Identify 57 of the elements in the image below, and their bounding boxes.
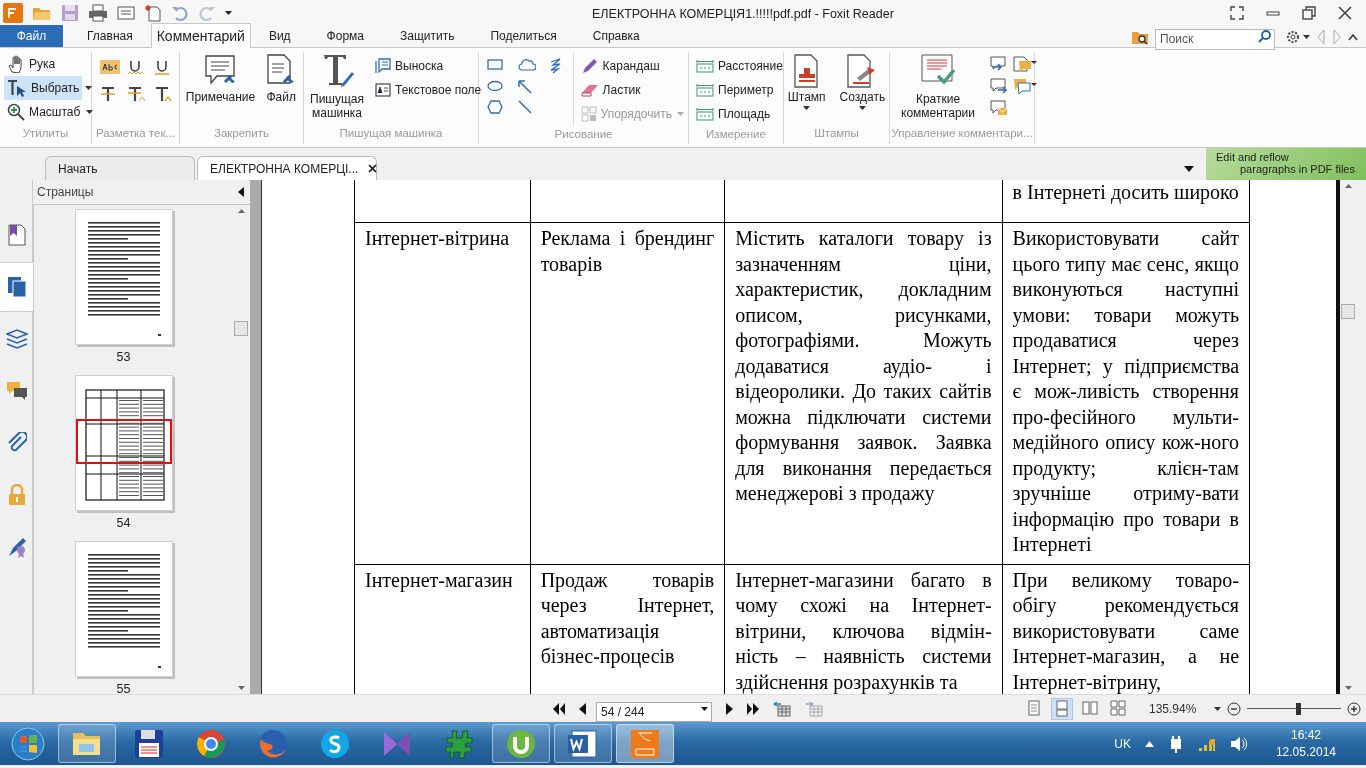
attach-file-button[interactable]: Файл — [263, 54, 300, 104]
ribbon-tab[interactable]: Файл — [0, 25, 63, 47]
group-label: Рисование — [553, 127, 614, 142]
summarize-comments-button[interactable]: Краткие комментарии — [894, 54, 982, 120]
language-indicator[interactable]: UK — [1114, 734, 1131, 753]
page-number: 55 — [116, 680, 131, 694]
table-cell: Реклама і брендинг товарів — [540, 226, 715, 277]
table-cell: Містить каталоги товару із зазначенням ціни, характеристик, докладним описом, рисунками, фотографіями. Можуть додаватися аудіо- і відеоролики. До таких сайтів можна підключати системи формування заявок. Заявка для виконання передається менеджерові з продажу — [735, 226, 992, 507]
group-label: Измерение — [705, 127, 767, 142]
eraser-tool-button[interactable]: Ластик — [577, 78, 644, 102]
pencil-tool-button[interactable]: Карандаш — [577, 54, 663, 78]
clock-date: 12.05.2014 — [1275, 743, 1336, 761]
area-tool-button[interactable]: Площадь — [693, 102, 786, 126]
table-cell: Продаж товарів через Інтернет, автоматизація бізнес-процесів — [540, 567, 715, 670]
document-tab[interactable]: ЕЛЕКТРОННА КОМЕРЦІ... — [197, 156, 377, 180]
ribbon-tab[interactable]: Форма — [308, 25, 382, 47]
promo-text: Edit and reflow — [1216, 151, 1290, 163]
create-stamp-button[interactable]: Создать — [837, 54, 888, 110]
stamp-button[interactable]: Штамп — [785, 54, 828, 110]
ribbon-tab[interactable]: Вид — [250, 25, 309, 47]
text-box-button[interactable]: Текстовое поле — [372, 78, 485, 102]
group-label: Утилиты — [21, 125, 70, 141]
ribbon-tab[interactable]: Комментарий — [150, 23, 251, 48]
typewriter-button[interactable]: Пишущая машинка — [308, 52, 366, 120]
table-cell: Використовувати сайт цього типу має сенс, якщо виконуються наступні умови: товари можуть продаватися через Інтернет; у підприємства є мож-ливість створення про-фесійного мульти-медійного опису кож-ного продукту; клієн-там зручніше отриму-вати інформацію про товари в Інтернеті — [1012, 226, 1239, 558]
group-label: Управление комментари... — [890, 125, 1034, 141]
window-title: ЕЛЕКТРОННА КОМЕРЦІЯ1.!!!!!pdf.pdf - Foxit Reader — [592, 6, 894, 23]
promo-text: paragraphs in PDF files — [1239, 163, 1356, 175]
group-label: Разметка тек... — [94, 125, 176, 141]
select-tool-button[interactable]: Выбрать — [4, 76, 83, 100]
zoom-level: 135.94% — [1149, 700, 1197, 718]
group-label: Пишущая машинка — [338, 125, 444, 141]
clock-time: 16:42 — [1290, 726, 1321, 744]
table-cell-text: Інтернет-вітрина — [365, 226, 511, 252]
callout-button[interactable]: Выноска — [372, 54, 485, 78]
zoom-tool-button[interactable]: Масштаб — [4, 100, 84, 124]
distance-tool-button[interactable]: Расстояние — [693, 54, 786, 78]
ribbon-tab[interactable]: Справка — [574, 25, 658, 47]
table-cell: Інтернет-магазини багато в чому схожі на Інтернет-вітрини, ключова відмін-ність – наявність системи здійснення розрахунків та — [735, 567, 992, 694]
group-label: Закрепить — [213, 125, 270, 141]
hand-tool-button[interactable]: Рука — [4, 52, 59, 76]
perimeter-tool-button[interactable]: Периметр — [693, 78, 786, 102]
group-label: Штампы — [813, 125, 860, 141]
page-number: 53 — [116, 349, 131, 366]
page-number: 54 — [116, 514, 131, 532]
note-button[interactable]: Примечание — [183, 54, 258, 104]
table-cell: При великому товаро-обігу рекомендується використовувати саме Інтернет-магазин, а не Інтернет-вітрину, — [1012, 567, 1239, 694]
panel-title: Страницы — [37, 184, 94, 201]
ribbon-tab[interactable]: Поделиться — [472, 25, 575, 47]
ribbon-tab[interactable]: Главная — [69, 25, 151, 47]
table-cell-text: Інтернет-магазин — [365, 567, 514, 593]
page-number-field[interactable]: 54 / 244 — [596, 701, 712, 722]
document-tab[interactable]: Начать — [45, 156, 195, 180]
search-field[interactable]: Поиск — [1155, 28, 1275, 50]
table-cell: в Інтернеті досить широко — [1012, 180, 1239, 206]
promo-banner[interactable]: Edit and reflow paragraphs in PDF files — [1206, 148, 1366, 180]
ribbon-tab[interactable]: Защитить — [382, 25, 473, 47]
